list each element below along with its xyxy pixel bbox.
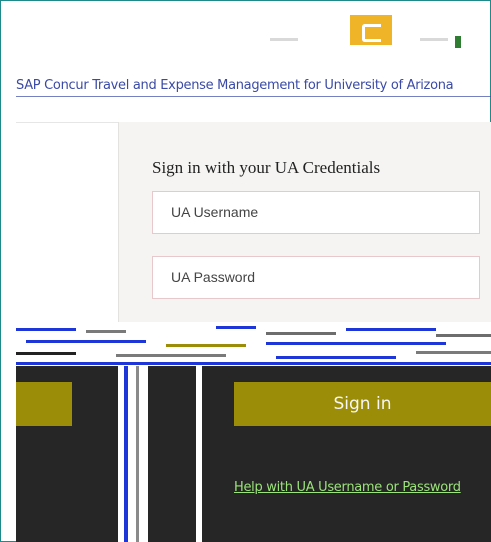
- render-artifact-column: [124, 366, 128, 542]
- app-title: SAP Concur Travel and Expense Management…: [16, 78, 454, 93]
- render-artifact-column: [196, 366, 202, 542]
- help-credentials-link[interactable]: Help with UA Username or Password: [234, 480, 461, 495]
- render-artifact-column: [136, 366, 139, 542]
- sign-in-button[interactable]: Sign in: [234, 382, 491, 426]
- render-glitch-band: [16, 322, 491, 366]
- app-title-underline: [16, 96, 491, 97]
- left-panel: [16, 122, 119, 328]
- username-field[interactable]: UA Username: [152, 191, 480, 234]
- logo-mark: [362, 24, 381, 42]
- header-decoration: [455, 36, 461, 48]
- password-field[interactable]: UA Password: [152, 256, 480, 299]
- login-heading: Sign in with your UA Credentials: [152, 158, 381, 177]
- header-decoration: [420, 38, 448, 41]
- render-artifact-column: [118, 366, 148, 542]
- left-button-fragment: [16, 382, 72, 426]
- header-decoration: [270, 38, 298, 41]
- concur-logo-icon: [350, 15, 392, 45]
